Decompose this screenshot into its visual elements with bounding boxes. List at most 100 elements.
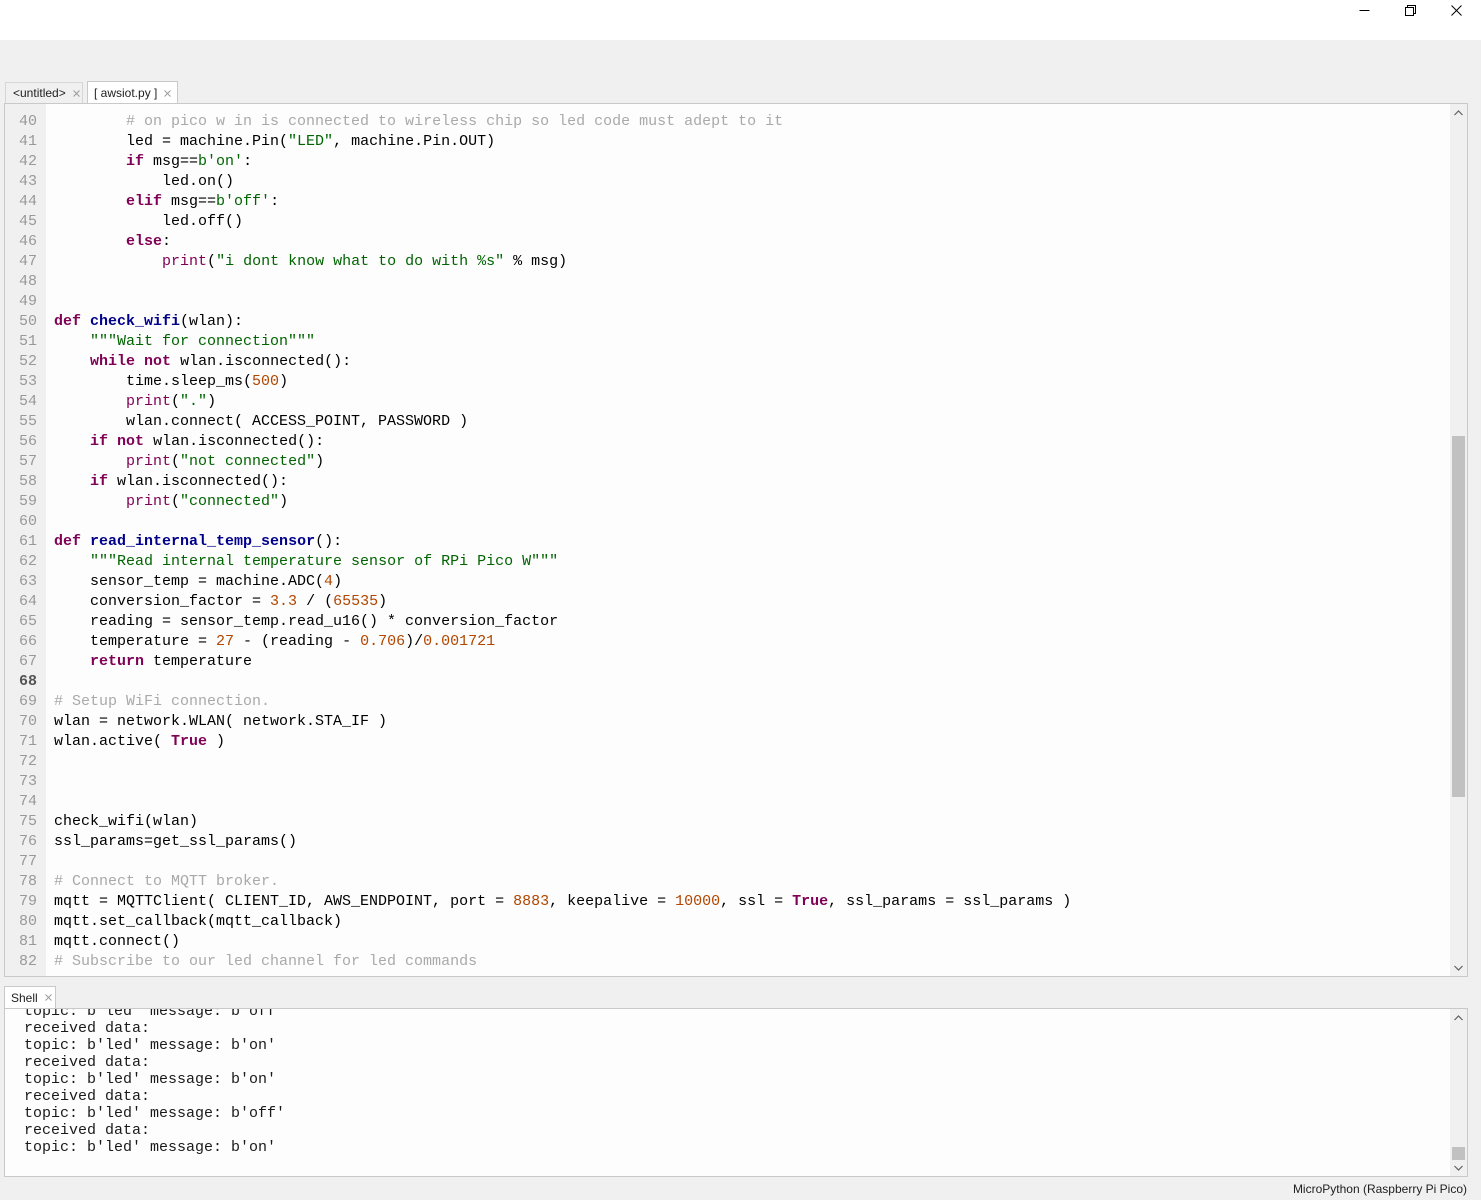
tab-shell[interactable]: Shell — [4, 986, 56, 1008]
code-text[interactable]: time.sleep_ms(500) — [54, 372, 288, 392]
line-number: 82 — [18, 953, 37, 970]
code-line[interactable]: 69 # Setup WiFi connection. — [5, 692, 1450, 712]
code-text[interactable]: mqtt = MQTTClient( CLIENT_ID, AWS_ENDPOI… — [54, 892, 1071, 912]
code-line[interactable]: 74 — [5, 792, 1450, 812]
code-line[interactable]: 50 def check_wifi(wlan): — [5, 312, 1450, 332]
code-text[interactable]: print("connected") — [54, 492, 288, 512]
code-line[interactable]: 49 — [5, 292, 1450, 312]
code-text[interactable]: print(".") — [54, 392, 216, 412]
code-text[interactable]: # Subscribe to our led channel for led c… — [54, 952, 477, 972]
code-line[interactable]: 67 return temperature — [5, 652, 1450, 672]
scroll-up-button[interactable] — [1450, 1009, 1467, 1026]
code-text[interactable]: wlan.active( True ) — [54, 732, 225, 752]
code-line[interactable]: 75 check_wifi(wlan) — [5, 812, 1450, 832]
code-line[interactable]: 64 conversion_factor = 3.3 / (65535) — [5, 592, 1450, 612]
code-line[interactable]: 40 # on pico w in is connected to wirele… — [5, 112, 1450, 132]
code-line[interactable]: 42 if msg==b'on': — [5, 152, 1450, 172]
title-bar[interactable] — [0, 0, 1481, 40]
scroll-down-button[interactable] — [1450, 1159, 1467, 1176]
code-line[interactable]: 54 print(".") — [5, 392, 1450, 412]
code-line[interactable]: 81 mqtt.connect() — [5, 932, 1450, 952]
code-text[interactable]: if not wlan.isconnected(): — [54, 432, 324, 452]
code-text[interactable]: return temperature — [54, 652, 252, 672]
code-text[interactable]: while not wlan.isconnected(): — [54, 352, 351, 372]
code-line[interactable]: 80 mqtt.set_callback(mqtt_callback) — [5, 912, 1450, 932]
code-text[interactable]: mqtt.connect() — [54, 932, 180, 952]
restore-button[interactable] — [1387, 0, 1433, 21]
code-text[interactable]: wlan.connect( ACCESS_POINT, PASSWORD ) — [54, 412, 468, 432]
code-line[interactable]: 55 wlan.connect( ACCESS_POINT, PASSWORD … — [5, 412, 1450, 432]
code-line[interactable]: 70 wlan = network.WLAN( network.STA_IF ) — [5, 712, 1450, 732]
code-text[interactable]: def read_internal_temp_sensor(): — [54, 532, 342, 552]
code-text[interactable]: # Connect to MQTT broker. — [54, 872, 279, 892]
shell-output-line: topic: b'led' message: b'on' — [24, 1037, 277, 1054]
code-line[interactable]: 46 else: — [5, 232, 1450, 252]
code-text[interactable]: check_wifi(wlan) — [54, 812, 198, 832]
shell-panel[interactable]: topic: b'led' message: b'off' received da… — [4, 1008, 1468, 1177]
code-line[interactable]: 82 # Subscribe to our led channel for led… — [5, 952, 1450, 972]
code-line[interactable]: 59 print("connected") — [5, 492, 1450, 512]
code-line[interactable]: 71 wlan.active( True ) — [5, 732, 1450, 752]
code-text[interactable]: """Wait for connection""" — [54, 332, 315, 352]
code-text[interactable]: conversion_factor = 3.3 / (65535) — [54, 592, 387, 612]
code-text[interactable]: wlan = network.WLAN( network.STA_IF ) — [54, 712, 387, 732]
code-line[interactable]: 62 """Read internal temperature sensor o… — [5, 552, 1450, 572]
code-text[interactable]: def check_wifi(wlan): — [54, 312, 243, 332]
code-text[interactable]: mqtt.set_callback(mqtt_callback) — [54, 912, 342, 932]
code-line[interactable]: 45 led.off() — [5, 212, 1450, 232]
code-text[interactable]: led.off() — [54, 212, 243, 232]
code-text[interactable]: if msg==b'on': — [54, 152, 252, 172]
code-text[interactable]: # on pico w in is connected to wireless … — [54, 112, 783, 132]
code-text[interactable]: else: — [54, 232, 171, 252]
scroll-down-button[interactable] — [1450, 959, 1467, 976]
code-line[interactable]: 79 mqtt = MQTTClient( CLIENT_ID, AWS_ENDP… — [5, 892, 1450, 912]
code-line[interactable]: 47 print("i dont know what to do with %s… — [5, 252, 1450, 272]
code-text[interactable]: elif msg==b'off': — [54, 192, 279, 212]
code-line[interactable]: 61 def read_internal_temp_sensor(): — [5, 532, 1450, 552]
code-editor[interactable]: 40 # on pico w in is connected to wirele… — [4, 103, 1468, 977]
code-line[interactable]: 76 ssl_params=get_ssl_params() — [5, 832, 1450, 852]
scroll-up-button[interactable] — [1450, 104, 1467, 121]
code-line[interactable]: 52 while not wlan.isconnected(): — [5, 352, 1450, 372]
code-text[interactable]: """Read internal temperature sensor of R… — [54, 552, 558, 572]
code-text[interactable]: ssl_params=get_ssl_params() — [54, 832, 297, 852]
code-line[interactable]: 65 reading = sensor_temp.read_u16() * co… — [5, 612, 1450, 632]
shell-scrollbar[interactable] — [1450, 1009, 1467, 1176]
minimize-button[interactable] — [1341, 0, 1387, 21]
keyword-token: while — [90, 353, 136, 370]
code-line[interactable]: 51 """Wait for connection""" — [5, 332, 1450, 352]
code-lines[interactable]: 40 # on pico w in is connected to wirele… — [5, 112, 1450, 972]
code-line[interactable]: 72 — [5, 752, 1450, 772]
scrollbar-thumb[interactable] — [1452, 436, 1465, 797]
code-line[interactable]: 58 if wlan.isconnected(): — [5, 472, 1450, 492]
tab-untitled[interactable]: <untitled> — [5, 82, 83, 103]
shell-output[interactable]: topic: b'led' message: b'off' received da… — [24, 1009, 1444, 1156]
code-text[interactable]: print("not connected") — [54, 452, 324, 472]
code-text[interactable]: sensor_temp = machine.ADC(4) — [54, 572, 342, 592]
code-text[interactable]: led.on() — [54, 172, 234, 192]
editor-scrollbar[interactable] — [1450, 104, 1467, 976]
code-line[interactable]: 53 time.sleep_ms(500) — [5, 372, 1450, 392]
code-line[interactable]: 57 print("not connected") — [5, 452, 1450, 472]
code-line[interactable]: 63 sensor_temp = machine.ADC(4) — [5, 572, 1450, 592]
code-text[interactable]: # Setup WiFi connection. — [54, 692, 270, 712]
code-text[interactable]: if wlan.isconnected(): — [54, 472, 288, 492]
code-text[interactable]: print("i dont know what to do with %s" %… — [54, 252, 567, 272]
code-line[interactable]: 44 elif msg==b'off': — [5, 192, 1450, 212]
code-line[interactable]: 77 — [5, 852, 1450, 872]
code-line[interactable]: 48 — [5, 272, 1450, 292]
code-text[interactable]: reading = sensor_temp.read_u16() * conve… — [54, 612, 558, 632]
code-line[interactable]: 56 if not wlan.isconnected(): — [5, 432, 1450, 452]
code-line[interactable]: 73 — [5, 772, 1450, 792]
code-line[interactable]: 68 — [5, 672, 1450, 692]
code-line[interactable]: 43 led.on() — [5, 172, 1450, 192]
tab-awsiot[interactable]: [ awsiot.py ] — [87, 81, 178, 104]
interpreter-selector[interactable]: MicroPython (Raspberry Pi Pico) — [1293, 1181, 1467, 1197]
code-text[interactable]: led = machine.Pin("LED", machine.Pin.OUT… — [54, 132, 495, 152]
code-text[interactable]: temperature = 27 - (reading - 0.706)/0.0… — [54, 632, 495, 652]
close-window-button[interactable] — [1433, 0, 1479, 21]
code-line[interactable]: 60 — [5, 512, 1450, 532]
code-line[interactable]: 66 temperature = 27 - (reading - 0.706)/… — [5, 632, 1450, 652]
code-line[interactable]: 41 led = machine.Pin("LED", machine.Pin.… — [5, 132, 1450, 152]
code-line[interactable]: 78 # Connect to MQTT broker. — [5, 872, 1450, 892]
